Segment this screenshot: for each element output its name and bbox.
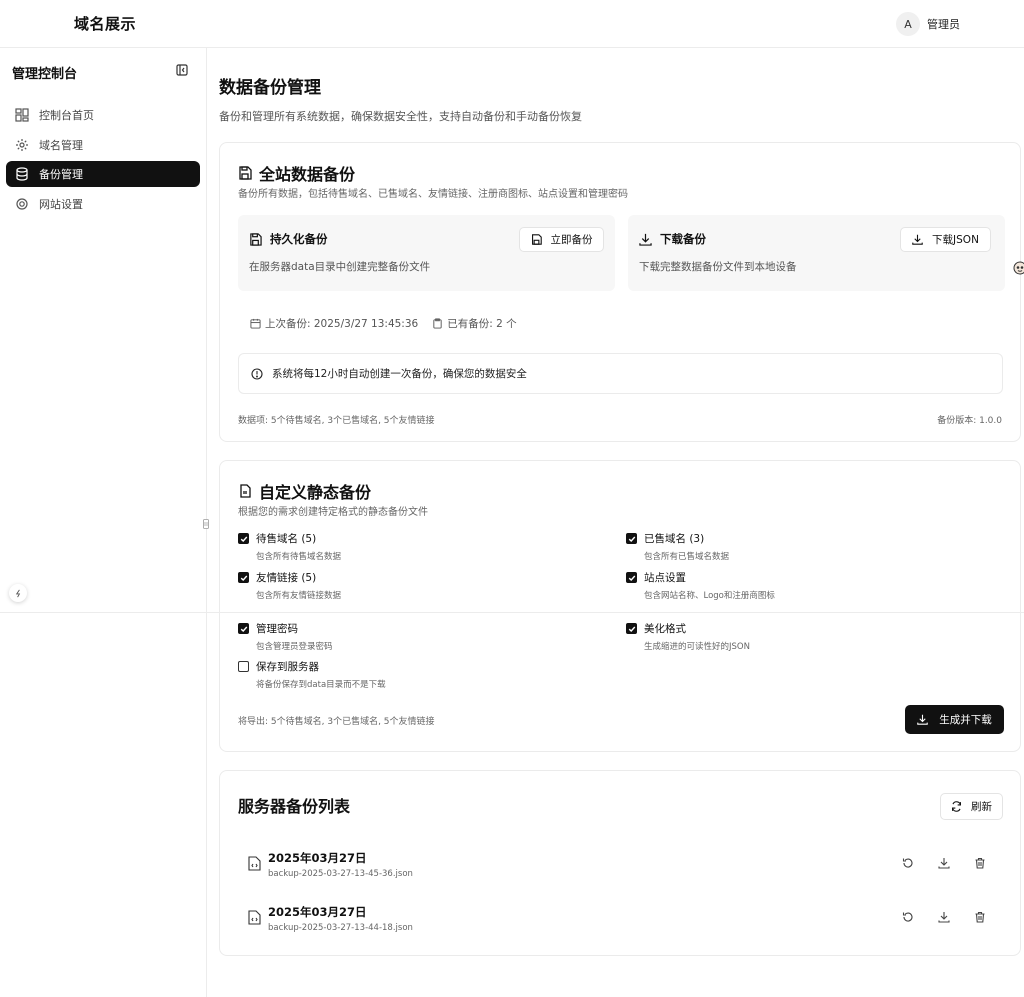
page-title: 数据备份管理: [219, 78, 321, 98]
sidebar-item-label: 控制台首页: [39, 109, 94, 122]
gear-icon: [16, 138, 28, 151]
data-items-summary: 数据项: 5个待售域名, 3个已售域名, 5个友情链接: [238, 416, 435, 426]
top-header: 域名展示 A 管理员: [0, 0, 1024, 48]
sidebar-item-backup[interactable]: 备份管理: [6, 161, 200, 187]
trash-icon[interactable]: [974, 857, 986, 869]
cog-icon: [16, 197, 28, 210]
sidebar-item-site-settings[interactable]: 网站设置: [6, 191, 200, 217]
checkbox[interactable]: [238, 623, 249, 634]
backup-date: 2025年03月27日: [268, 851, 367, 865]
checkbox[interactable]: [238, 533, 249, 544]
database-icon: [16, 167, 28, 181]
sidebar-collapse-icon[interactable]: [176, 64, 188, 76]
floating-assistant-icon[interactable]: [1012, 258, 1024, 280]
file-json-icon: [248, 856, 261, 871]
sidebar: 管理控制台 控制台首页 域名管理 备份管理 网站设置: [0, 48, 209, 997]
file-icon: [240, 484, 251, 498]
sidebar-nav: 控制台首页 域名管理 备份管理 网站设置: [6, 102, 200, 220]
restore-icon[interactable]: [902, 911, 914, 923]
avatar[interactable]: A: [896, 12, 920, 36]
overlay-divider: [0, 612, 1024, 613]
option-sold-domains[interactable]: 已售域名 (3) 包含所有已售域名数据: [626, 531, 729, 562]
option-friend-links[interactable]: 友情链接 (5) 包含所有友情链接数据: [238, 570, 341, 601]
download-icon[interactable]: [938, 911, 950, 923]
backup-file-row: 2025年03月27日 backup-2025-03-27-13-44-18.j…: [248, 901, 1003, 941]
persistent-backup-description: 在服务器data目录中创建完整备份文件: [249, 261, 431, 273]
checkbox[interactable]: [626, 533, 637, 544]
download-backup-description: 下载完整数据备份文件到本地设备: [639, 261, 797, 273]
trash-icon[interactable]: [974, 911, 986, 923]
clipboard-icon: [433, 318, 442, 329]
save-icon: [531, 234, 542, 245]
checkbox[interactable]: [238, 572, 249, 583]
generate-download-button[interactable]: 生成并下载: [905, 705, 1004, 734]
download-icon: [639, 233, 652, 246]
checkbox[interactable]: [626, 623, 637, 634]
info-icon: [251, 367, 263, 380]
export-summary: 将导出: 5个待售域名, 3个已售域名, 5个友情链接: [238, 717, 435, 727]
download-icon: [917, 714, 929, 725]
refresh-button[interactable]: 刷新: [940, 793, 1003, 820]
full-backup-description: 备份所有数据，包括待售域名、已售域名、友情链接、注册商图标、站点设置和管理密码: [238, 189, 628, 200]
file-json-icon: [248, 910, 261, 925]
bolt-icon[interactable]: [9, 584, 27, 602]
option-save-to-server[interactable]: 保存到服务器 将备份保存到data目录而不是下载: [238, 659, 386, 690]
option-pretty-format[interactable]: 美化格式 生成缩进的可读性好的JSON: [626, 621, 750, 652]
full-backup-title: 全站数据备份: [238, 161, 355, 185]
user-menu[interactable]: A 管理员: [896, 12, 960, 36]
download-backup-panel: 下载备份 下载完整数据备份文件到本地设备 下载JSON: [628, 215, 1005, 291]
persistent-backup-title: 持久化备份: [249, 231, 328, 247]
backup-filename: backup-2025-03-27-13-45-36.json: [268, 869, 413, 879]
page-description: 备份和管理所有系统数据，确保数据安全性，支持自动备份和手动备份恢复: [219, 110, 582, 123]
main-content: 数据备份管理 备份和管理所有系统数据，确保数据安全性，支持自动备份和手动备份恢复…: [207, 48, 1024, 997]
checkbox[interactable]: [626, 572, 637, 583]
sidebar-item-dashboard[interactable]: 控制台首页: [6, 102, 200, 128]
backup-date: 2025年03月27日: [268, 905, 367, 919]
custom-backup-card: 自定义静态备份 根据您的需求创建特定格式的静态备份文件 待售域名 (5) 包含所有…: [219, 460, 1021, 752]
custom-backup-title: 自定义静态备份: [238, 479, 371, 503]
sidebar-item-label: 备份管理: [39, 168, 83, 181]
backup-count: 已有备份: 2 个: [432, 316, 517, 331]
custom-backup-description: 根据您的需求创建特定格式的静态备份文件: [238, 507, 428, 518]
auto-backup-notice: 系统将每12小时自动创建一次备份，确保您的数据安全: [238, 353, 1003, 394]
persistent-backup-panel: 持久化备份 在服务器data目录中创建完整备份文件 立即备份: [238, 215, 615, 291]
calendar-icon: [250, 318, 261, 329]
sidebar-item-label: 域名管理: [39, 138, 83, 152]
restore-icon[interactable]: [902, 857, 914, 869]
option-admin-password[interactable]: 管理密码 包含管理员登录密码: [238, 621, 333, 652]
checkbox[interactable]: [238, 661, 249, 672]
option-for-sale-domains[interactable]: 待售域名 (5) 包含所有待售域名数据: [238, 531, 341, 562]
backup-now-button[interactable]: 立即备份: [519, 227, 604, 252]
dashboard-icon: [15, 108, 29, 122]
download-backup-title: 下载备份: [639, 231, 706, 247]
download-icon: [912, 234, 923, 245]
backup-file-row: 2025年03月27日 backup-2025-03-27-13-45-36.j…: [248, 847, 1003, 887]
save-icon: [250, 232, 262, 246]
last-backup-time: 上次备份: 2025/3/27 13:45:36: [250, 316, 418, 331]
server-backup-list-card: 服务器备份列表 刷新 2025年03月27日 backup-2025-03-27…: [219, 770, 1021, 956]
full-backup-card: 全站数据备份 备份所有数据，包括待售域名、已售域名、友情链接、注册商图标、站点设…: [219, 142, 1021, 442]
option-site-settings[interactable]: 站点设置 包含网站名称、Logo和注册商图标: [626, 570, 775, 601]
refresh-icon: [952, 801, 961, 812]
save-icon: [239, 166, 252, 180]
backup-filename: backup-2025-03-27-13-44-18.json: [268, 923, 413, 933]
brand-title[interactable]: 域名展示: [74, 13, 136, 34]
sidebar-title: 管理控制台: [12, 67, 78, 82]
backup-meta: 上次备份: 2025/3/27 13:45:36 已有备份: 2 个: [250, 316, 517, 331]
user-name[interactable]: 管理员: [927, 16, 960, 32]
backup-version: 备份版本: 1.0.0: [937, 416, 1002, 426]
sidebar-item-label: 网站设置: [39, 197, 83, 211]
server-list-title: 服务器备份列表: [238, 797, 351, 816]
download-icon[interactable]: [938, 857, 950, 869]
download-json-button[interactable]: 下载JSON: [900, 227, 991, 252]
sidebar-item-domains[interactable]: 域名管理: [6, 132, 200, 158]
